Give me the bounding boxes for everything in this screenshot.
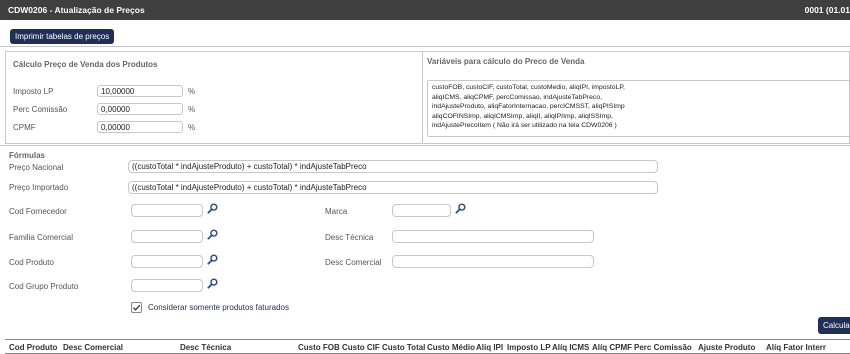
col-header[interactable]: Alíq ICMS: [552, 343, 589, 352]
cpmf-unit: %: [188, 123, 196, 132]
desc-comercial-label: Desc Comercial: [325, 258, 382, 267]
imposto-lp-unit: %: [188, 87, 196, 96]
col-header[interactable]: Perc Comissão: [634, 343, 692, 352]
print-price-tables-button[interactable]: Imprimir tabelas de preços: [10, 29, 115, 44]
col-header[interactable]: Ajuste Produto: [698, 343, 755, 352]
cod-produto-label: Cod Produto: [9, 258, 54, 267]
window-title: CDW0206 - Atualização de Preços: [8, 5, 145, 15]
search-icon[interactable]: [207, 254, 218, 265]
calc-panel: Cálculo Preço de Venda dos Produtos Impo…: [5, 51, 423, 144]
cpmf-field[interactable]: [97, 121, 183, 133]
window-version: 0001 (01.01: [804, 5, 850, 15]
search-icon[interactable]: [207, 229, 218, 240]
check-icon: [132, 304, 141, 311]
col-header[interactable]: Custo FOB: [298, 343, 340, 352]
marca-label: Marca: [325, 207, 348, 216]
variables-textarea[interactable]: custoFOB, custoCIF, custoTotal, custoMed…: [427, 80, 850, 137]
col-header[interactable]: Alíq IPI: [476, 343, 503, 352]
cod-grupo-produto-field[interactable]: [131, 279, 203, 292]
calcular-button[interactable]: Calcular: [818, 317, 850, 334]
col-header[interactable]: Custo Médio: [427, 343, 475, 352]
imposto-lp-field[interactable]: [97, 85, 183, 97]
marca-field[interactable]: [392, 204, 451, 217]
preco-nacional-label: Preço Nacional: [9, 163, 64, 172]
search-icon[interactable]: [207, 203, 218, 214]
familia-comercial-field[interactable]: [131, 230, 203, 243]
cpmf-label: CPMF: [13, 123, 36, 132]
variables-panel-title: Variáveis para cálculo do Preco de Venda: [427, 57, 585, 66]
desc-tecnica-label: Desc Técnica: [325, 233, 374, 242]
perc-comissao-unit: %: [188, 105, 196, 114]
col-header[interactable]: Desc Comercial: [63, 343, 123, 352]
cod-fornecedor-field[interactable]: [131, 204, 203, 217]
perc-comissao-field[interactable]: [97, 103, 183, 115]
col-header[interactable]: Alíq CPMF: [592, 343, 632, 352]
formulas-title: Fórmulas: [9, 151, 46, 160]
window-titlebar: CDW0206 - Atualização de Preços 0001 (01…: [0, 0, 850, 20]
somente-faturados-checkbox[interactable]: [131, 302, 142, 313]
toolbar: Imprimir tabelas de preços: [0, 20, 850, 47]
search-icon[interactable]: [207, 278, 218, 289]
perc-comissao-label: Perc Comissão: [13, 105, 68, 114]
desc-tecnica-field[interactable]: [392, 230, 594, 243]
preco-importado-formula-field[interactable]: [128, 181, 658, 194]
familia-comercial-label: Familia Comercial: [9, 233, 74, 242]
variables-panel: Variáveis para cálculo do Preco de Venda…: [423, 51, 850, 144]
imposto-lp-label: Imposto LP: [13, 87, 54, 96]
products-grid-header: Cod Produto Desc Comercial Desc Técnica …: [5, 339, 850, 354]
col-header[interactable]: Imposto LP: [507, 343, 551, 352]
cod-produto-field[interactable]: [131, 255, 203, 268]
cod-fornecedor-label: Cod Fornecedor: [9, 207, 67, 216]
desc-comercial-field[interactable]: [392, 255, 594, 268]
col-header[interactable]: Alíq Fator Interr: [766, 343, 826, 352]
preco-nacional-formula-field[interactable]: [128, 160, 658, 173]
col-header[interactable]: Custo CIF: [342, 343, 380, 352]
col-header[interactable]: Cod Produto: [9, 343, 57, 352]
calc-panel-title: Cálculo Preço de Venda dos Produtos: [13, 60, 158, 69]
col-header[interactable]: Custo Total: [382, 343, 425, 352]
somente-faturados-label: Considerar somente produtos faturados: [148, 303, 289, 312]
col-header[interactable]: Desc Técnica: [180, 343, 231, 352]
preco-importado-label: Preço Importado: [9, 183, 69, 192]
search-icon[interactable]: [455, 203, 466, 214]
cod-grupo-produto-label: Cod Grupo Produto: [9, 282, 79, 291]
